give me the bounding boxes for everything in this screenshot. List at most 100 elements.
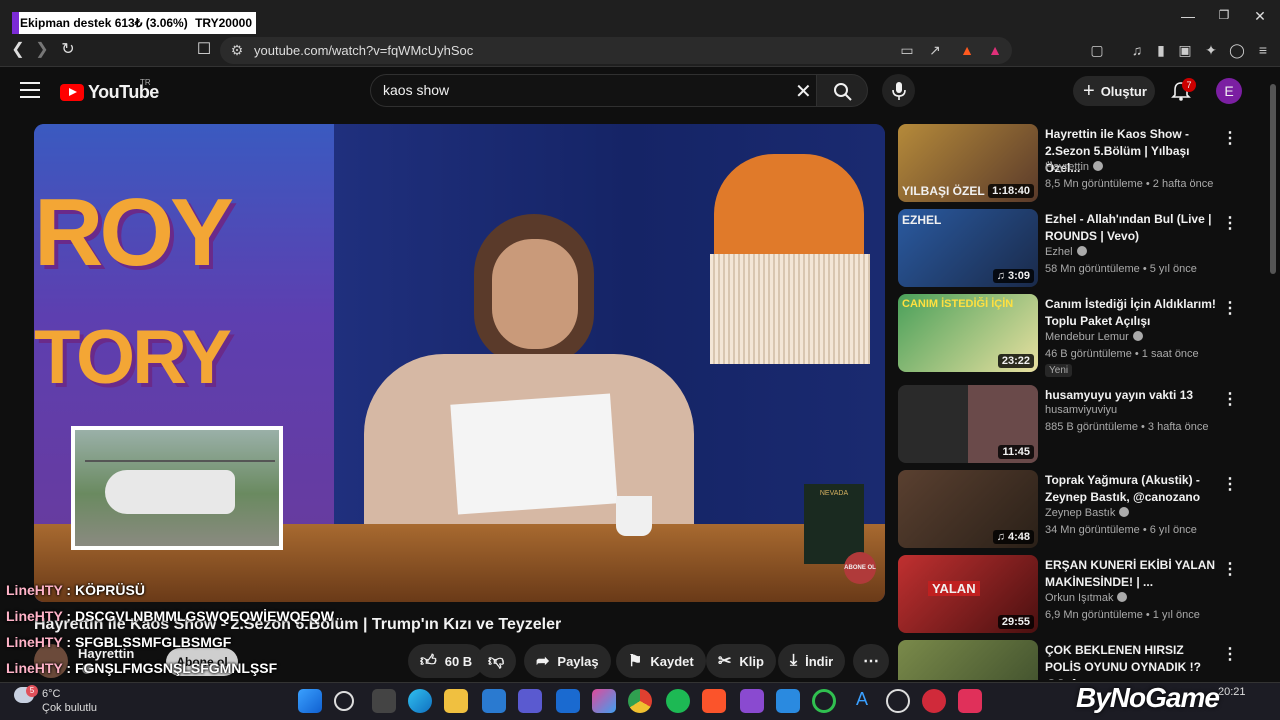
recommendation-item[interactable]: 11:45 husamyuyu yayın vakti 13 husamviyu… [898,385,1260,465]
more-options-icon[interactable]: ⋮ [1222,389,1238,409]
app-circle-icon[interactable] [886,689,910,713]
recommendation-item[interactable]: YALAN 29:55 ERŞAN KUNERİ EKİBİ YALAN MAK… [898,555,1260,635]
teams-icon[interactable] [518,689,542,713]
plus-icon: + [1083,79,1095,102]
app-a-icon[interactable]: A [850,689,874,713]
recommendation-item[interactable]: CANIM İSTEDİĞİ İÇİN 23:22 Canım İstediği… [898,294,1260,377]
video-thumbnail[interactable]: ♫ 4:48 [898,470,1038,548]
voice-search-button[interactable] [882,74,915,107]
clear-search-icon[interactable]: ✕ [795,79,812,104]
leo-ai-icon[interactable]: ✦ [1202,41,1220,59]
like-count: 60 B [444,653,473,669]
edge-icon[interactable] [408,689,432,713]
recommendation-channel-text: Ezhel [1045,246,1073,258]
more-options-icon[interactable]: ⋮ [1222,298,1238,318]
video-thumbnail[interactable]: YILBAŞI ÖZEL 1:18:40 [898,124,1038,202]
video-thumbnail[interactable]: YALAN 29:55 [898,555,1038,633]
hamburger-menu-icon[interactable] [20,82,40,98]
recommendation-title[interactable]: Toprak Yağmura (Akustik) - Zeynep Bastık… [1045,472,1217,506]
site-info-icon[interactable]: ⚙ [228,41,246,59]
close-window-button[interactable]: ✕ [1250,8,1270,26]
forward-button[interactable]: ❯ [32,40,52,60]
more-options-icon[interactable]: ⋮ [1222,644,1238,664]
create-button[interactable]: + Oluştur [1073,76,1155,106]
more-options-icon[interactable]: ⋮ [1222,128,1238,148]
address-bar[interactable]: ⚙ youtube.com/watch?v=fqWMcUyhSoc ▭ ↗ ▲ … [220,37,1012,64]
vscode-icon[interactable] [776,689,800,713]
chrome-icon[interactable] [628,689,652,713]
share-button[interactable]: ➦ Paylaş [524,644,611,678]
search-input[interactable] [383,82,763,98]
more-actions-button[interactable]: ⋯ [853,644,889,678]
video-thumbnail[interactable] [898,640,1038,680]
weather-widget[interactable]: 5 [14,685,38,706]
cast-icon[interactable]: ▭ [898,41,916,59]
back-button[interactable]: ❮ [8,40,28,60]
brave-taskbar-icon[interactable] [702,689,726,713]
search-icon [834,83,852,101]
brave-wallet-icon[interactable]: ▣ [1176,41,1194,59]
recommendation-item[interactable]: YILBAŞI ÖZEL 1:18:40 Hayrettin ile Kaos … [898,124,1260,204]
share-icon[interactable]: ↗ [926,41,944,59]
youtube-logo[interactable]: YouTube TR [60,78,159,103]
recommendation-channel[interactable]: Ezhel [1045,246,1087,258]
video-player[interactable]: ROY TORY NEVADA ABONE OL [34,124,885,602]
minimize-button[interactable]: — [1178,8,1198,26]
brave-rewards-icon[interactable]: ▲ [986,41,1004,59]
media-icon[interactable]: ♫ [1128,41,1146,59]
more-options-icon[interactable]: ⋮ [1222,474,1238,494]
browser-menu-icon[interactable]: ≡ [1254,41,1272,59]
new-badge: Yeni [1045,364,1073,377]
search-taskbar-icon[interactable] [334,691,354,711]
video-thumbnail[interactable]: CANIM İSTEDİĞİ İÇİN 23:22 [898,294,1038,372]
spotify-icon[interactable] [666,689,690,713]
maximize-button[interactable]: ❐ [1214,8,1234,26]
download-button[interactable]: ⤓ İndir [778,644,846,678]
video-duration: 1:18:40 [988,184,1034,198]
video-thumbnail[interactable]: EZHEL ♫ 3:09 [898,209,1038,287]
subscribe-watermark[interactable]: ABONE OL [844,552,876,584]
like-button[interactable]: 👍︎ 60 B [408,644,485,678]
reload-button[interactable]: ↻ [58,40,78,60]
account-avatar[interactable]: E [1216,78,1242,104]
page-scrollbar[interactable] [1270,84,1276,274]
task-view-icon[interactable] [372,689,396,713]
start-button-icon[interactable] [298,689,322,713]
vpn-icon[interactable]: ◯ [1228,41,1246,59]
recommendation-title[interactable]: ERŞAN KUNERİ EKİBİ YALAN MAKİNESİNDE! | … [1045,557,1217,591]
video-thumbnail[interactable]: 11:45 [898,385,1038,463]
recommendation-title[interactable]: Ezhel - Allah'ından Bul (Live | ROUNDS |… [1045,211,1217,245]
file-explorer-icon[interactable] [444,689,468,713]
app-ring-icon[interactable] [812,689,836,713]
sidebar-toggle-icon[interactable]: ▮ [1152,41,1170,59]
copilot-icon[interactable] [592,689,616,713]
wallet-icon[interactable]: ▢ [1088,41,1106,59]
app-pink-icon[interactable] [958,689,982,713]
recommendation-item[interactable]: ÇOK BEKLENEN HIRSIZ POLİS OYUNU OYNADIK … [898,640,1260,680]
recommendation-channel[interactable]: Zeynep Bastık [1045,507,1130,519]
store-icon[interactable] [482,689,506,713]
recommendation-channel[interactable]: Hayrettin [1045,161,1104,173]
recommendation-channel[interactable]: Mendebur Lemur [1045,331,1143,343]
dislike-button[interactable]: 👎︎ [476,644,517,678]
recommendation-channel[interactable]: Orkun Işıtmak [1045,592,1128,604]
search-box[interactable]: ✕ [370,74,818,107]
app-red-icon[interactable] [922,689,946,713]
recommendation-item[interactable]: ♫ 4:48 Toprak Yağmura (Akustik) - Zeynep… [898,470,1260,550]
taskbar-clock[interactable]: 20:21 [1218,686,1246,698]
more-options-icon[interactable]: ⋮ [1222,559,1238,579]
more-horizontal-icon: ⋯ [863,653,879,670]
outlook-icon[interactable] [556,689,580,713]
clip-button[interactable]: ✂ Klip [706,644,776,678]
recommendation-title[interactable]: husamyuyu yayın vakti 13 [1045,387,1217,404]
visual-studio-icon[interactable] [740,689,764,713]
recommendation-title[interactable]: Canım İstediği İçin Aldıklarım! Toplu Pa… [1045,296,1217,330]
search-button[interactable] [816,74,868,107]
recommendation-channel[interactable]: husamviyuviyu [1045,404,1117,416]
recommendation-title[interactable]: ÇOK BEKLENEN HIRSIZ POLİS OYUNU OYNADIK … [1045,642,1217,680]
brave-shields-icon[interactable]: ▲ [958,41,976,59]
save-button[interactable]: ⚑ Kaydet [616,644,706,678]
recommendation-item[interactable]: EZHEL ♫ 3:09 Ezhel - Allah'ından Bul (Li… [898,209,1260,289]
bookmark-icon[interactable]: ☐ [194,40,214,60]
more-options-icon[interactable]: ⋮ [1222,213,1238,233]
